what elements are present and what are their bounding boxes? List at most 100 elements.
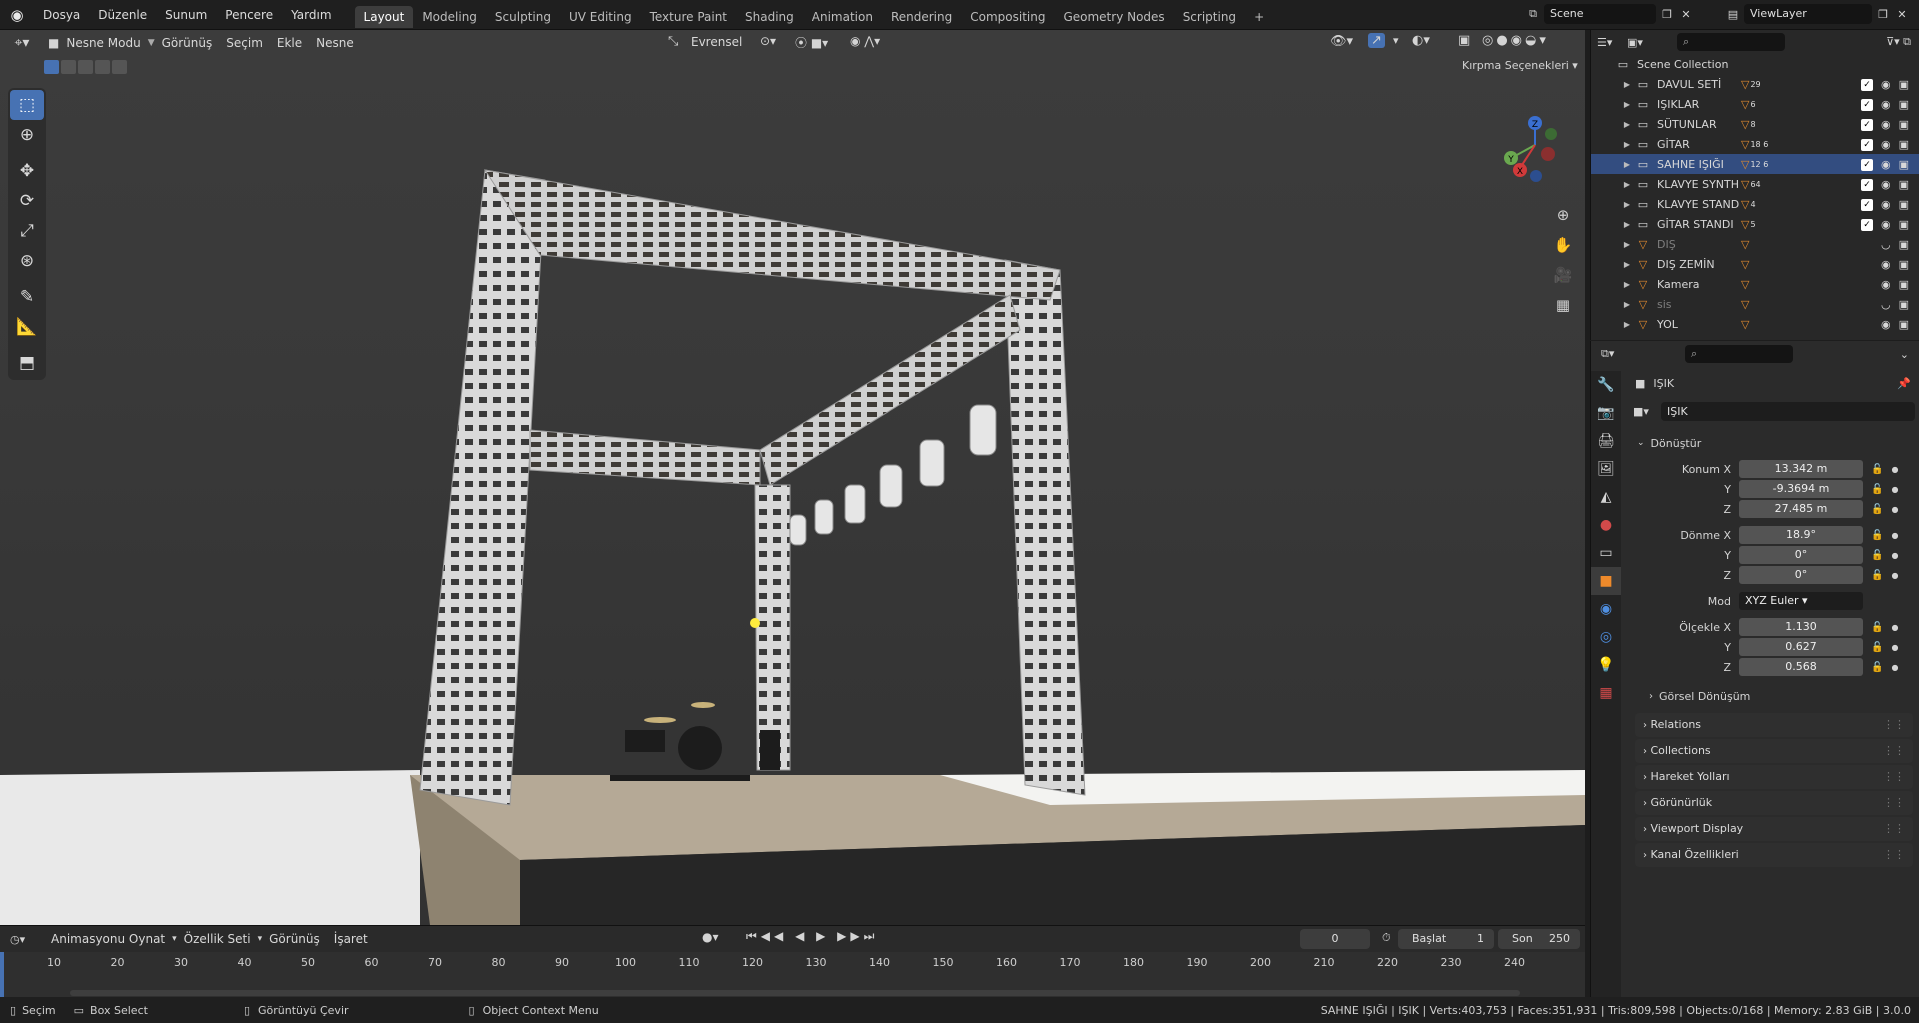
- camera-render-icon[interactable]: ▣: [1899, 198, 1909, 211]
- tab-sculpting[interactable]: Sculpting: [486, 6, 560, 28]
- view-layer-icon[interactable]: ▤: [1722, 8, 1744, 21]
- expand-arrow-icon[interactable]: ▶: [1619, 320, 1635, 329]
- editor-type-icon[interactable]: ⌖▾: [0, 35, 44, 51]
- camera-render-icon[interactable]: ▣: [1899, 118, 1909, 131]
- tool-tab-icon[interactable]: 🔧: [1591, 371, 1621, 399]
- menu-view[interactable]: Görünüş: [155, 31, 220, 55]
- tab-rendering[interactable]: Rendering: [882, 6, 961, 28]
- tab-uv-editing[interactable]: UV Editing: [560, 6, 641, 28]
- add-workspace-button[interactable]: +: [1245, 6, 1273, 28]
- output-tab-icon[interactable]: 🖨: [1591, 427, 1621, 455]
- delta-transform-header[interactable]: › Görsel Dönüşüm: [1629, 685, 1919, 707]
- rotation-field[interactable]: 18.9°: [1739, 526, 1863, 544]
- zoom-icon[interactable]: ⊕: [1550, 202, 1576, 228]
- rotation-field[interactable]: 0°: [1739, 566, 1863, 584]
- end-frame-field[interactable]: Son 250: [1498, 929, 1580, 949]
- camera-render-icon[interactable]: ▣: [1899, 98, 1909, 111]
- render-tab-icon[interactable]: 📷: [1591, 399, 1621, 427]
- object-tab-icon[interactable]: ■: [1591, 567, 1621, 595]
- playback-controls[interactable]: ⏮◀◀ ◀ ▶ ▶▶⏭: [746, 929, 878, 944]
- current-frame-field[interactable]: 0: [1300, 929, 1370, 949]
- world-tab-icon[interactable]: ●: [1591, 511, 1621, 539]
- navigation-gizmo[interactable]: Z Y X: [1490, 90, 1570, 200]
- outliner-search-input[interactable]: ⌕: [1677, 33, 1785, 51]
- keyframe-dot-icon[interactable]: ●: [1891, 505, 1898, 514]
- tab-scripting[interactable]: Scripting: [1174, 6, 1245, 28]
- menu-window[interactable]: Pencere: [216, 0, 282, 30]
- eye-icon[interactable]: ◉: [1881, 158, 1891, 171]
- record-icon[interactable]: ●▾: [702, 930, 719, 944]
- clock-icon[interactable]: ⏱: [1382, 931, 1391, 945]
- annotate-tool-icon[interactable]: ✎: [10, 282, 44, 312]
- outliner-item[interactable]: ▶ ▽ DIŞ ▽ ◡ ▣: [1591, 234, 1919, 254]
- eye-icon[interactable]: ◡: [1881, 298, 1891, 311]
- keyframe-dot-icon[interactable]: ●: [1891, 551, 1898, 560]
- light-object-marker[interactable]: [750, 618, 760, 628]
- camera-view-icon[interactable]: 🎥: [1550, 262, 1576, 288]
- rotation-mode-select[interactable]: XYZ Euler ▾: [1739, 592, 1863, 610]
- pivot-icon[interactable]: ⊙▾: [760, 34, 776, 48]
- collection-tab-icon[interactable]: ▭: [1591, 539, 1621, 567]
- select-extend-icon[interactable]: [61, 60, 76, 74]
- texture-tab-icon[interactable]: ▦: [1591, 679, 1621, 707]
- move-tool-icon[interactable]: ✥: [10, 156, 44, 186]
- physics-tab-icon[interactable]: ◎: [1591, 623, 1621, 651]
- outliner-item[interactable]: ▶ ▭ KLAVYE SYNTH ▽ 64 ✓ ◉ ▣: [1591, 174, 1919, 194]
- eye-icon[interactable]: ◉: [1881, 218, 1891, 231]
- eye-icon[interactable]: ◉: [1881, 178, 1891, 191]
- properties-editor-icon[interactable]: ⧉▾: [1601, 347, 1631, 361]
- select-invert-icon[interactable]: [95, 60, 110, 74]
- menu-object[interactable]: Nesne: [309, 31, 361, 55]
- scene-selector[interactable]: Scene: [1544, 4, 1656, 24]
- camera-render-icon[interactable]: ▣: [1899, 178, 1909, 191]
- select-intersect-icon[interactable]: [112, 60, 127, 74]
- measure-tool-icon[interactable]: 📐: [10, 312, 44, 342]
- camera-render-icon[interactable]: ▣: [1899, 158, 1909, 171]
- gizmo-dropdown-icon[interactable]: ▾: [1393, 34, 1399, 47]
- exclude-checkbox[interactable]: ✓: [1861, 218, 1873, 231]
- outliner-item[interactable]: ▶ ▭ GİTAR ▽ 18 6 ✓ ◉ ▣: [1591, 134, 1919, 154]
- rotate-tool-icon[interactable]: ⟳: [10, 186, 44, 216]
- keyframe-dot-icon[interactable]: ●: [1891, 465, 1898, 474]
- drag-handle-icon[interactable]: ⋮⋮: [1883, 791, 1905, 815]
- drag-handle-icon[interactable]: ⋮⋮: [1883, 713, 1905, 737]
- expand-arrow-icon[interactable]: ▶: [1619, 180, 1635, 189]
- panel-header[interactable]: › Viewport Display ⋮⋮: [1635, 817, 1913, 841]
- lock-icon[interactable]: 🔓: [1871, 530, 1883, 541]
- eye-icon[interactable]: ◉: [1881, 138, 1891, 151]
- expand-arrow-icon[interactable]: ▶: [1619, 240, 1635, 249]
- pin-icon[interactable]: 📌: [1897, 377, 1911, 390]
- expand-arrow-icon[interactable]: ▶: [1619, 200, 1635, 209]
- filter-icon[interactable]: ⊽▾ ⧉: [1886, 35, 1911, 49]
- select-new-icon[interactable]: [44, 60, 59, 74]
- tab-texture-paint[interactable]: Texture Paint: [641, 6, 736, 28]
- perspective-grid-icon[interactable]: ▦: [1550, 292, 1576, 318]
- timeline-editor-icon[interactable]: ◷▾: [10, 933, 44, 946]
- drag-handle-icon[interactable]: ⋮⋮: [1883, 817, 1905, 841]
- keyframe-dot-icon[interactable]: ●: [1891, 485, 1898, 494]
- transform-tool-icon[interactable]: ⊛: [10, 246, 44, 276]
- scene-collection-row[interactable]: ▭ Scene Collection: [1591, 54, 1919, 74]
- lock-icon[interactable]: 🔓: [1871, 622, 1883, 633]
- select-tool-icon[interactable]: ⬚: [10, 90, 44, 120]
- scene-icon[interactable]: ⧉: [1522, 7, 1544, 21]
- lock-icon[interactable]: 🔓: [1871, 642, 1883, 653]
- keyframe-dot-icon[interactable]: ●: [1891, 623, 1898, 632]
- tab-geometry-nodes[interactable]: Geometry Nodes: [1054, 6, 1173, 28]
- expand-arrow-icon[interactable]: ▶: [1619, 160, 1635, 169]
- modifier-tab-icon[interactable]: ◉: [1591, 595, 1621, 623]
- pan-hand-icon[interactable]: ✋: [1550, 232, 1576, 258]
- camera-render-icon[interactable]: ▣: [1899, 78, 1909, 91]
- add-cube-tool-icon[interactable]: ⬒: [10, 348, 44, 378]
- delete-view-layer-icon[interactable]: ✕: [1894, 8, 1910, 21]
- drag-handle-icon[interactable]: ⋮⋮: [1883, 843, 1905, 867]
- mode-selector[interactable]: Nesne Modu: [59, 31, 147, 55]
- menu-render[interactable]: Sunum: [156, 0, 216, 30]
- overlay-icon[interactable]: ◐▾: [1412, 33, 1430, 48]
- eye-icon[interactable]: ◉: [1881, 198, 1891, 211]
- exclude-checkbox[interactable]: ✓: [1861, 178, 1873, 191]
- menu-edit[interactable]: Düzenle: [89, 0, 156, 30]
- outliner-item[interactable]: ▶ ▭ IŞIKLAR ▽ 6 ✓ ◉ ▣: [1591, 94, 1919, 114]
- exclude-checkbox[interactable]: ✓: [1861, 158, 1873, 171]
- outliner-item[interactable]: ▶ ▭ SAHNE IŞIĞI ▽ 12 6 ✓ ◉ ▣: [1591, 154, 1919, 174]
